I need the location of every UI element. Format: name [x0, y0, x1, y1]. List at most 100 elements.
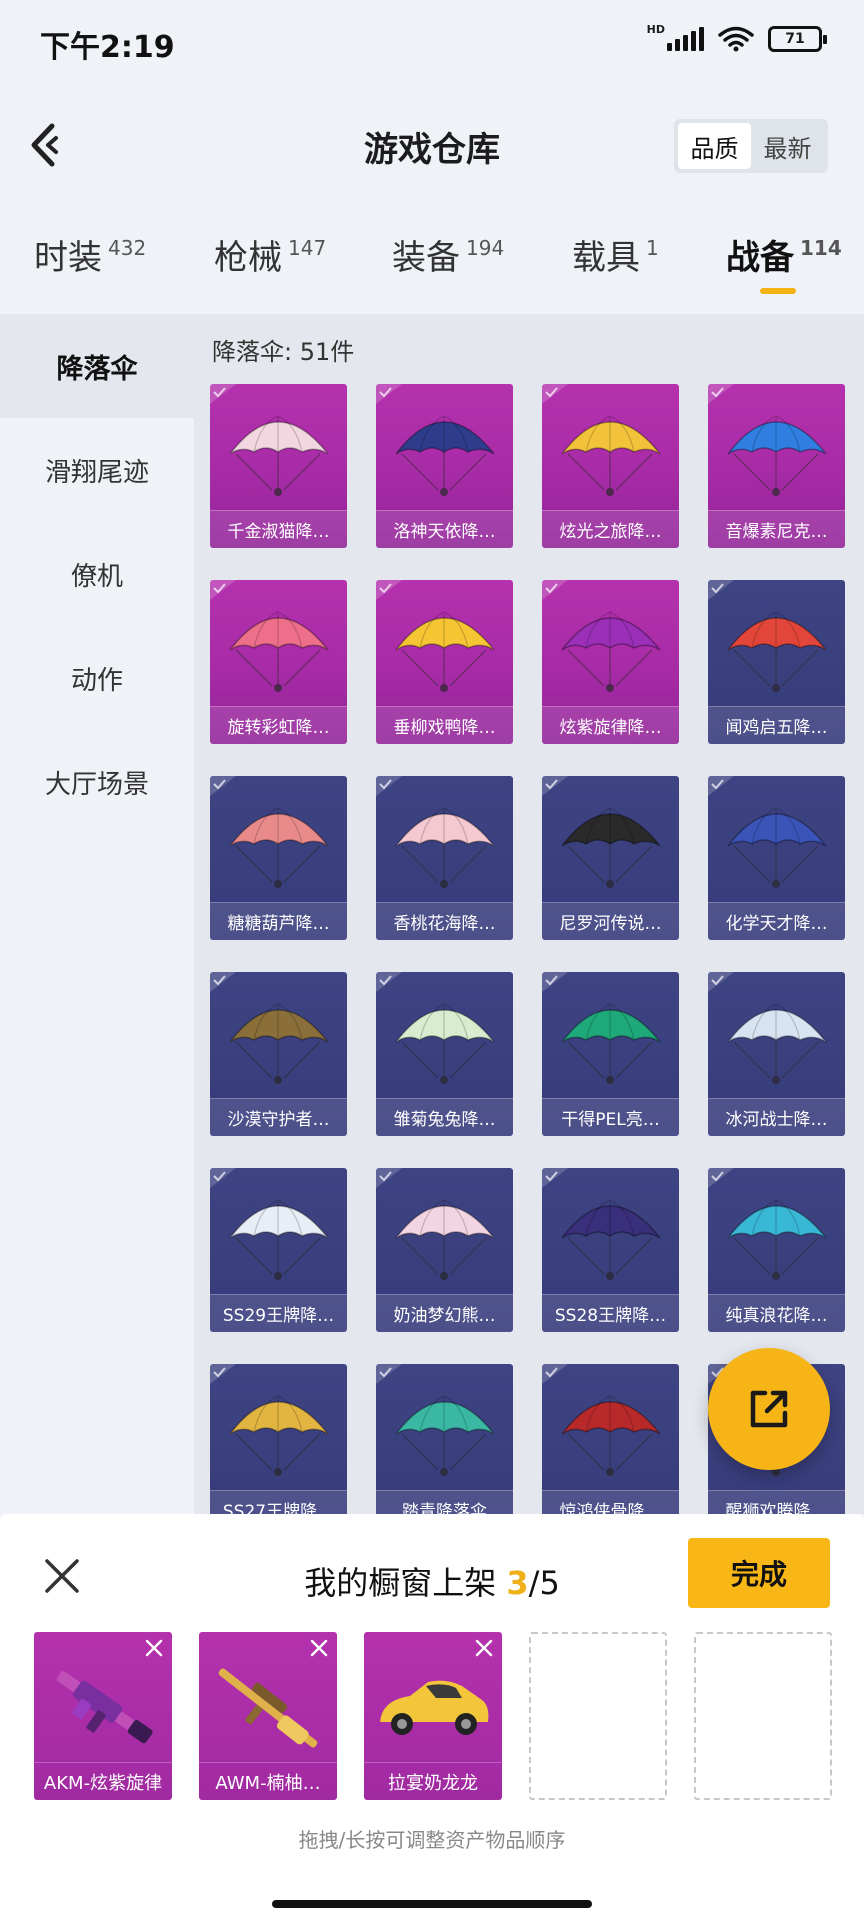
parachute-card[interactable]: 洛神天依降… [376, 384, 513, 548]
parachute-image [561, 1003, 661, 1084]
slot-name: 拉宴奶龙龙 [388, 1772, 478, 1794]
sort-option-newest[interactable]: 最新 [751, 123, 824, 169]
sniper-image [218, 1668, 318, 1748]
item-name: 纯真浪花降… [725, 1306, 828, 1326]
tab-fashion[interactable]: 时装 432 [34, 230, 146, 279]
parachute-card[interactable]: 千金淑猫降… [210, 384, 347, 548]
car-image [380, 1680, 489, 1735]
slot-name: AWM-楠柚… [215, 1772, 321, 1794]
battery-level: 71 [785, 31, 805, 47]
item-name: 糖糖葫芦降… [227, 914, 330, 934]
item-name: 冰河战士降… [725, 1110, 828, 1130]
item-name: 香桃花海降… [393, 914, 496, 934]
parachute-card[interactable]: 旋转彩虹降… [210, 580, 347, 744]
parachute-image [395, 611, 495, 692]
home-indicator[interactable] [272, 1900, 592, 1908]
parachute-image [229, 1003, 329, 1084]
parachute-card[interactable]: 尼罗河传说… [542, 776, 679, 940]
item-name: 奶油梦幻熊… [393, 1306, 496, 1326]
showcase-slot[interactable]: 拉宴奶龙龙 [364, 1632, 502, 1800]
tab-battle-gear[interactable]: 战备 114 [726, 230, 842, 279]
sidebar-item-glide-trail[interactable]: 滑翔尾迹 [0, 418, 194, 522]
parachute-image [561, 611, 661, 692]
active-tab-indicator [760, 288, 796, 294]
parachute-card[interactable]: 炫紫旋律降… [542, 580, 679, 744]
parachute-image [727, 1003, 827, 1084]
sidebar-item-lobby-scene[interactable]: 大厅场景 [0, 730, 194, 834]
parachute-image [395, 807, 495, 888]
showcase-total-count: /5 [528, 1564, 560, 1602]
parachute-card[interactable]: 惊鸿侠骨降… [542, 1364, 679, 1514]
parachute-card[interactable]: SS27王牌降… [210, 1364, 347, 1514]
item-name: 旋转彩虹降… [227, 718, 330, 738]
item-name: 醒狮欢腾降… [725, 1502, 828, 1514]
parachute-image [561, 1199, 661, 1280]
parachute-image [229, 611, 329, 692]
parachute-image [395, 1003, 495, 1084]
item-name: 炫紫旋律降… [559, 718, 662, 738]
tab-guns[interactable]: 枪械 147 [214, 230, 326, 279]
parachute-card[interactable]: 踏青降落伞 [376, 1364, 513, 1514]
slot-name: AKM-炫紫旋律 [43, 1772, 163, 1794]
tab-count: 114 [800, 236, 842, 260]
item-name: 垂柳戏鸭降… [393, 718, 496, 738]
parachute-card[interactable]: 香桃花海降… [376, 776, 513, 940]
parachute-image [395, 1199, 495, 1280]
sort-option-quality[interactable]: 品质 [678, 123, 751, 169]
item-name: 沙漠守护者… [227, 1110, 330, 1130]
tab-label: 枪械 [214, 238, 282, 278]
parachute-card[interactable]: SS29王牌降… [210, 1168, 347, 1332]
parachute-card[interactable]: 糖糖葫芦降… [210, 776, 347, 940]
sidebar-item-wingman[interactable]: 僚机 [0, 522, 194, 626]
item-name: 闻鸡启五降… [725, 718, 828, 738]
parachute-card[interactable]: 纯真浪花降… [708, 1168, 845, 1332]
sidebar: 降落伞 滑翔尾迹 僚机 动作 大厅场景 [0, 314, 194, 1514]
parachute-card[interactable]: 垂柳戏鸭降… [376, 580, 513, 744]
parachute-card[interactable]: 冰河战士降… [708, 972, 845, 1136]
tab-label: 时装 [34, 238, 102, 278]
signal-icon [667, 27, 704, 51]
close-icon [45, 1559, 79, 1593]
empty-slot[interactable] [694, 1632, 832, 1800]
parachute-image [229, 415, 329, 496]
parachute-card[interactable]: 闻鸡启五降… [708, 580, 845, 744]
tab-count: 194 [466, 236, 505, 260]
empty-slot[interactable] [529, 1632, 667, 1800]
sidebar-item-parachute[interactable]: 降落伞 [0, 314, 194, 418]
battery-icon: 71 [768, 26, 827, 52]
tab-equipment[interactable]: 装备 194 [392, 230, 504, 279]
parachute-card[interactable]: 化学天才降… [708, 776, 845, 940]
close-button[interactable] [40, 1554, 84, 1598]
status-time: 下午2:19 [40, 30, 175, 65]
tab-vehicles[interactable]: 载具 1 [572, 230, 659, 279]
showcase-slot[interactable]: AWM-楠柚… [199, 1632, 337, 1800]
parachute-image [727, 807, 827, 888]
parachute-image [395, 1395, 495, 1476]
item-list-area[interactable]: 降落伞: 51件 千金淑猫降… 洛神天依降… 炫光之旅降… 音爆素尼克… 旋转彩虹降… 垂… [194, 314, 864, 1514]
share-button[interactable] [708, 1348, 830, 1470]
showcase-slot[interactable]: AKM-炫紫旋律 [34, 1632, 172, 1800]
parachute-image [727, 1199, 827, 1280]
done-button[interactable]: 完成 [688, 1538, 830, 1608]
parachute-image [561, 415, 661, 496]
parachute-image [229, 807, 329, 888]
wifi-icon [718, 26, 754, 52]
parachute-card[interactable]: 音爆素尼克… [708, 384, 845, 548]
parachute-card[interactable]: 干得PEL亮… [542, 972, 679, 1136]
showcase-current-count: 3 [506, 1564, 529, 1602]
parachute-card[interactable]: 炫光之旅降… [542, 384, 679, 548]
back-button[interactable] [18, 120, 68, 170]
item-name: 化学天才降… [725, 914, 828, 934]
item-name: 惊鸿侠骨降… [559, 1502, 662, 1514]
showcase-title-label: 我的橱窗上架 [304, 1564, 507, 1602]
showcase-panel: 我的橱窗上架 3/5 完成 AKM-炫紫旋律 AWM-楠柚… 拉宴奶龙龙 拖拽/… [0, 1514, 864, 1920]
parachute-card[interactable]: SS28王牌降… [542, 1168, 679, 1332]
reorder-hint: 拖拽/长按可调整资产物品顺序 [298, 1828, 566, 1852]
parachute-card[interactable]: 奶油梦幻熊… [376, 1168, 513, 1332]
parachute-card[interactable]: 雏菊兔兔降… [376, 972, 513, 1136]
tab-count: 1 [646, 236, 659, 260]
sidebar-item-emote[interactable]: 动作 [0, 626, 194, 730]
item-name: SS28王牌降… [554, 1306, 667, 1326]
parachute-card[interactable]: 沙漠守护者… [210, 972, 347, 1136]
share-icon [750, 1390, 788, 1428]
